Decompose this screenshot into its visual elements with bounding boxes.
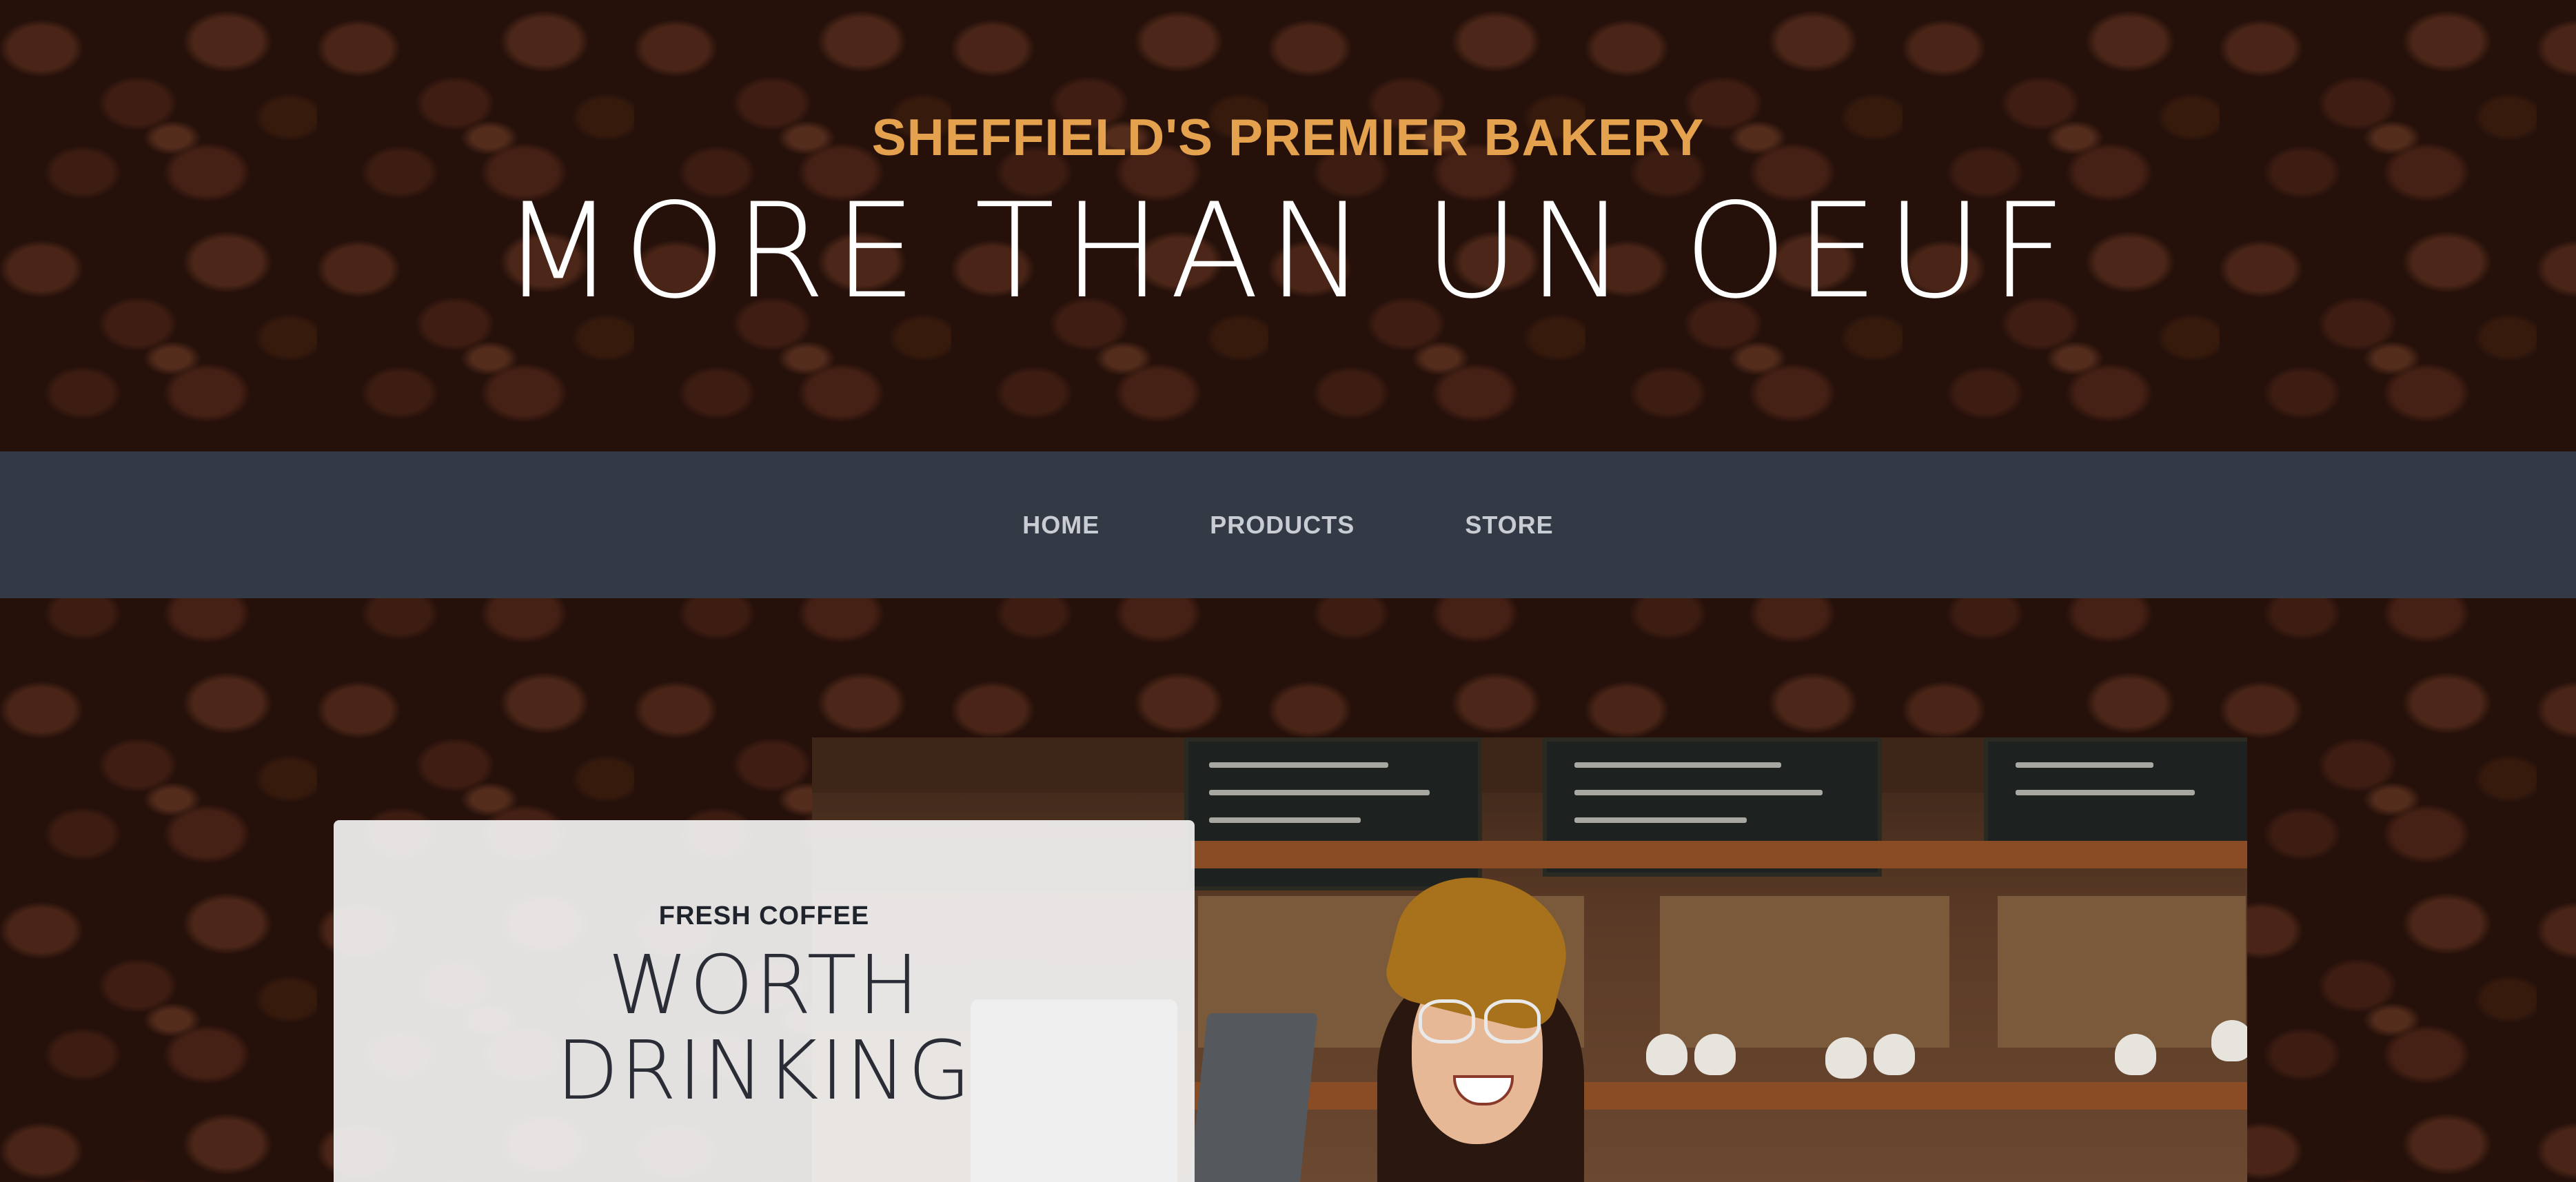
intro-heading-line-1: WORTH	[607, 937, 921, 1032]
nav-link-products[interactable]: PRODUCTS	[1210, 511, 1355, 539]
menu-board-right	[1984, 737, 2247, 856]
nav-link-home[interactable]: HOME	[1022, 511, 1099, 539]
tablet-screen	[1188, 1013, 1318, 1182]
site-heading-lower: MORE THAN UN OEUF	[502, 175, 2074, 327]
intro-card: FRESH COFFEE WORTH DRINKING	[334, 820, 1195, 1182]
nav-item-home: HOME	[1022, 511, 1099, 540]
main-navigation: HOME PRODUCTS STORE	[0, 451, 2576, 598]
intro-heading-lower: WORTH DRINKING	[334, 937, 1195, 1118]
upper-shelf	[1191, 841, 2247, 868]
intro-heading-upper: FRESH COFFEE	[658, 901, 870, 930]
nav-link-store[interactable]: STORE	[1465, 511, 1553, 539]
nav-item-products: PRODUCTS	[1210, 511, 1355, 540]
nav-list: HOME PRODUCTS STORE	[0, 451, 2576, 598]
intro-heading-line-2: DRINKING	[556, 1022, 973, 1118]
site-heading: SHEFFIELD'S PREMIER BAKERY MORE THAN UN …	[0, 0, 2576, 451]
barista-glasses	[1419, 999, 1543, 1043]
site-heading-upper: SHEFFIELD'S PREMIER BAKERY	[871, 108, 1705, 166]
lower-shelf	[1191, 1082, 2247, 1110]
nav-item-store: STORE	[1465, 511, 1553, 540]
